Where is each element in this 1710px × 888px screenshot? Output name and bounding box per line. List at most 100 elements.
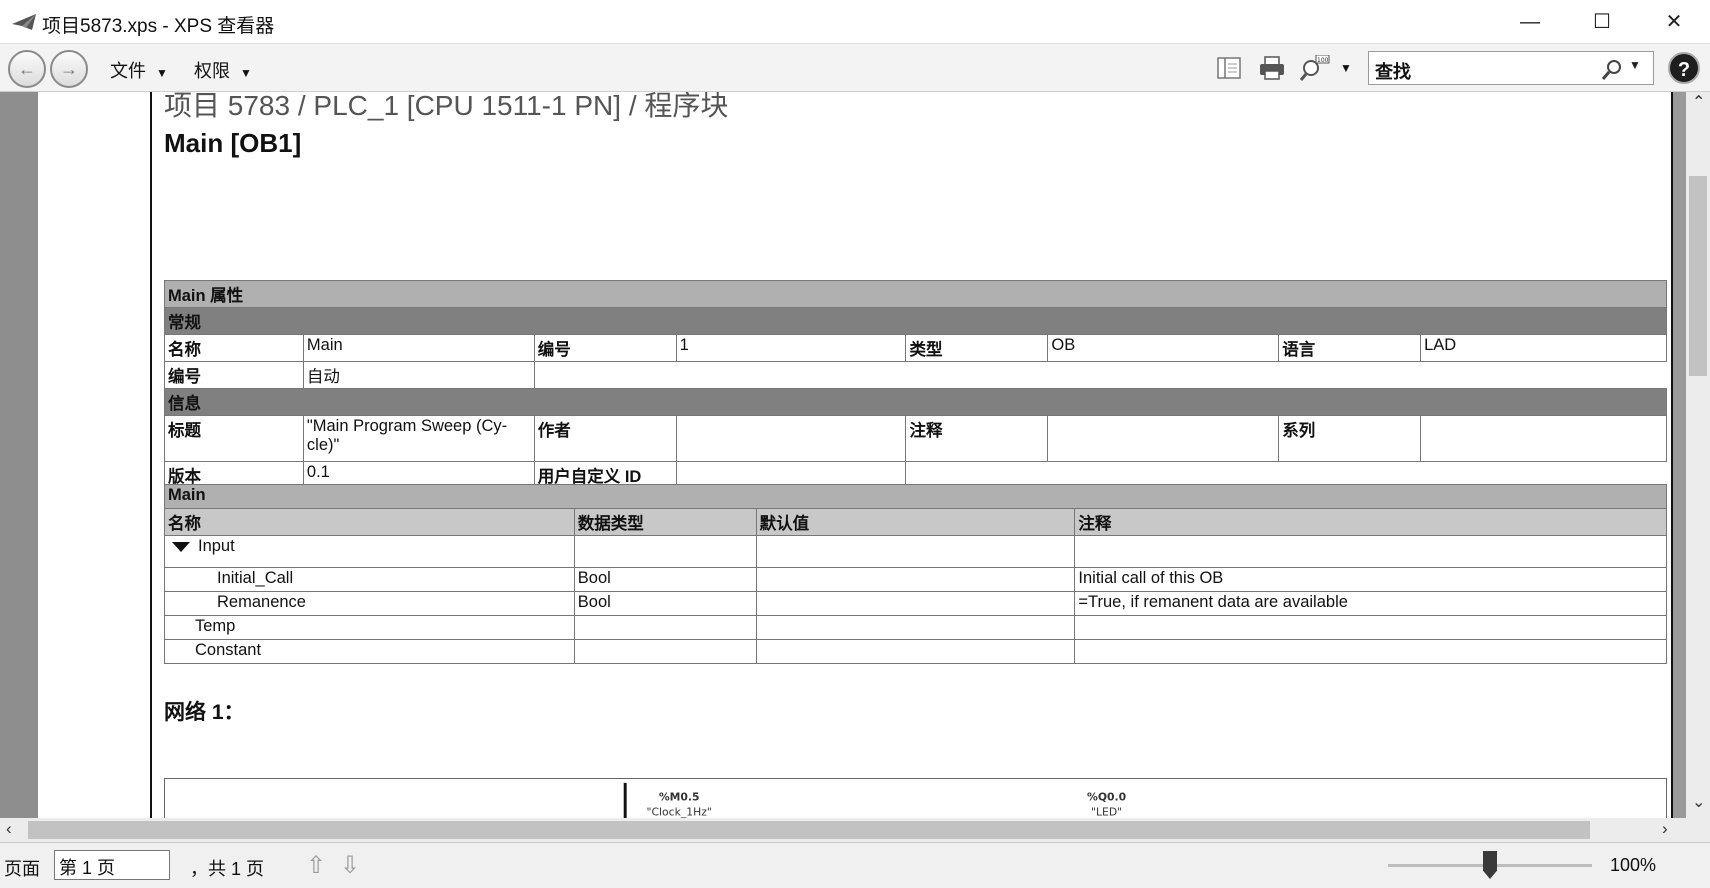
chevron-down-icon[interactable]: ▼ [1629,58,1641,72]
contact-address: %M0.5 [659,791,700,804]
document-page: 项目 5783 / PLC_1 [CPU 1511-1 PN] / 程序块 Ma… [150,92,1673,818]
minimize-button[interactable]: — [1500,6,1560,38]
search-icon[interactable] [1601,59,1623,81]
page-total: ，共 1 页 [190,859,265,879]
row-comment: =True, if remanent data are available [1074,591,1667,616]
language-label: 语言 [1278,334,1422,362]
column-header-comment: 注释 [1074,508,1667,536]
type-value: OB [1047,334,1280,362]
horizontal-scrollbar[interactable]: ‹ › [0,818,1686,842]
author-label: 作者 [533,415,677,462]
contact-tag: "Clock_1Hz" [647,805,712,818]
row-type: Bool [573,567,757,592]
page-number-input[interactable]: 第 1 页 [54,850,170,880]
scrollbar-corner [1686,818,1710,842]
search-input[interactable]: 查找 ▼ [1368,51,1654,85]
page-label: 页面 [4,859,40,879]
permissions-menu-label: 权限 [194,61,230,81]
row-comment [1074,615,1667,640]
file-menu[interactable]: 文件 ▼ [110,57,168,83]
row-comment: Initial call of this OB [1074,567,1667,592]
coil-tag: "LED" [1091,805,1122,818]
file-menu-label: 文件 [110,61,146,81]
title-bar: 项目5873.xps - XPS 查看器 — ☐ ✕ [0,0,1710,44]
author-value [675,415,907,462]
expand-triangle-icon [172,541,190,552]
back-arrow-icon: ← [18,59,36,79]
document-viewport: 项目 5783 / PLC_1 [CPU 1511-1 PN] / 程序块 Ma… [0,92,1686,818]
family-value [1420,415,1667,462]
coil-address: %Q0.0 [1087,791,1126,804]
left-gutter [0,92,38,818]
toolbar: ← → 文件 ▼ 权限 ▼ 100 ▼ 查找 ▼ ? [0,44,1710,92]
forward-button[interactable]: → [50,50,88,88]
name-label: 名称 [164,334,304,362]
ladder-diagram: %M0.5 "Clock_1Hz" %Q0.0 "LED" [164,778,1667,818]
row-type [573,639,757,664]
svg-text:100: 100 [1317,57,1329,64]
row-name: Remanence [164,591,575,616]
row-name: Constant [164,639,575,664]
family-label: 系列 [1278,415,1422,462]
row-type [573,615,757,640]
scroll-up-icon[interactable]: ⌃ [1692,92,1705,112]
permissions-menu[interactable]: 权限 ▼ [194,57,252,83]
row-default [755,615,1076,640]
info-header: 信息 [164,388,1667,416]
zoom-level: 100% [1610,855,1657,875]
scroll-down-icon[interactable]: ⌄ [1692,792,1705,812]
zoom-icon[interactable]: 100 [1300,55,1330,81]
print-icon[interactable] [1258,55,1286,81]
language-value: LAD [1420,334,1667,362]
column-header-datatype: 数据类型 [573,508,757,536]
number-value: 1 [675,334,907,362]
column-header-default: 默认值 [755,508,1076,536]
comment-label: 注释 [905,415,1049,462]
column-header-name: 名称 [164,508,575,536]
vertical-scroll-thumb[interactable] [1689,176,1707,376]
chevron-down-icon: ▼ [240,66,252,80]
zoom-slider-thumb[interactable] [1483,851,1497,879]
row-comment [1074,535,1667,568]
search-input-value: 查找 [1375,62,1411,82]
window-title: 项目5873.xps - XPS 查看器 [42,16,275,37]
table-row: Temp [164,615,1667,640]
table-row: Constant [164,639,1667,664]
maximize-button[interactable]: ☐ [1572,6,1632,38]
chevron-down-icon: ▼ [156,66,168,80]
row-name: Initial_Call [164,567,575,592]
outline-pane-icon[interactable] [1216,55,1242,81]
row-default [755,535,1076,568]
status-bar: 页面 第 1 页 ，共 1 页 ⇧ ⇩ 100% [0,842,1710,888]
next-page-icon[interactable]: ⇩ [340,851,360,880]
block-title: Main [OB1] [164,128,302,158]
general-header: 常规 [164,307,1667,335]
help-icon[interactable]: ? [1668,52,1700,84]
xps-app-icon [12,14,36,30]
close-button[interactable]: ✕ [1644,6,1704,38]
title-label: 标题 [164,415,304,462]
previous-page-icon[interactable]: ⇧ [306,851,326,880]
row-comment [1074,639,1667,664]
page-margin [38,92,150,818]
interface-header: Main [164,484,1667,509]
horizontal-scroll-thumb[interactable] [28,821,1590,839]
vertical-scrollbar[interactable]: ⌃ ⌄ [1686,92,1710,818]
chevron-down-icon[interactable]: ▼ [1340,61,1352,87]
back-button[interactable]: ← [8,50,46,88]
type-label: 类型 [905,334,1049,362]
scroll-right-icon[interactable]: › [1662,819,1668,839]
row-type [573,535,757,568]
interface-table: Main 名称 数据类型 默认值 注释 Input Initial_Call B… [164,484,1667,664]
table-row: Initial_Call Bool Initial call of this O… [164,567,1667,592]
table-row: Remanence Bool =True, if remanent data a… [164,591,1667,616]
row-type: Bool [573,591,757,616]
title-value: "Main Program Sweep (Cy-cle)" [302,415,535,462]
row-name: Temp [164,615,575,640]
scroll-left-icon[interactable]: ‹ [6,819,12,839]
numbering-value: 自动 [302,361,535,389]
row-default [755,567,1076,592]
forward-arrow-icon: → [60,59,78,79]
row-default [755,591,1076,616]
network-title: 网络 1： [164,701,245,724]
